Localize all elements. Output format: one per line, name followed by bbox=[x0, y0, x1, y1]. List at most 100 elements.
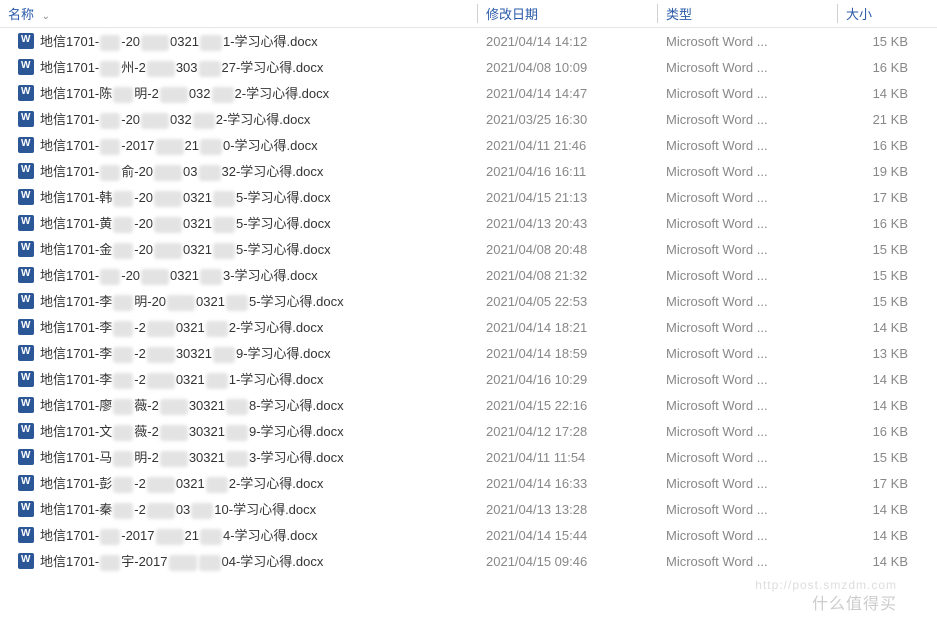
redacted-text bbox=[200, 35, 222, 51]
redacted-text bbox=[113, 477, 133, 493]
file-row[interactable]: 地信1701-俞-200332-学习心得.docx2021/04/16 16:1… bbox=[0, 158, 937, 184]
column-label: 大小 bbox=[846, 7, 872, 22]
redacted-text bbox=[141, 35, 169, 51]
column-header-type[interactable]: 类型 bbox=[658, 0, 838, 27]
file-date: 2021/04/14 15:44 bbox=[478, 528, 658, 543]
file-row[interactable]: 地信1701--2003213-学习心得.docx2021/04/08 21:3… bbox=[0, 262, 937, 288]
file-size: 15 KB bbox=[838, 242, 918, 257]
file-type: Microsoft Word ... bbox=[658, 450, 838, 465]
column-header-name[interactable]: 名称 ⌄ bbox=[0, 0, 478, 27]
redacted-text bbox=[100, 555, 120, 571]
file-date: 2021/04/15 22:16 bbox=[478, 398, 658, 413]
file-type: Microsoft Word ... bbox=[658, 502, 838, 517]
file-row[interactable]: 地信1701-李明-2003215-学习心得.docx2021/04/05 22… bbox=[0, 288, 937, 314]
redacted-text bbox=[226, 399, 248, 415]
file-type: Microsoft Word ... bbox=[658, 294, 838, 309]
file-name-cell: 地信1701-陈明-20322-学习心得.docx bbox=[0, 83, 478, 103]
column-header-size[interactable]: 大小 bbox=[838, 0, 918, 27]
file-size: 17 KB bbox=[838, 476, 918, 491]
file-row[interactable]: 地信1701-宇-201704-学习心得.docx2021/04/15 09:4… bbox=[0, 548, 937, 574]
file-name-cell: 地信1701-文薇-2303219-学习心得.docx bbox=[0, 421, 478, 441]
file-date: 2021/04/11 21:46 bbox=[478, 138, 658, 153]
redacted-text bbox=[100, 35, 120, 51]
file-row[interactable]: 地信1701-黄-2003215-学习心得.docx2021/04/13 20:… bbox=[0, 210, 937, 236]
redacted-text bbox=[147, 477, 175, 493]
word-document-icon bbox=[18, 501, 34, 517]
file-date: 2021/04/16 16:11 bbox=[478, 164, 658, 179]
file-row[interactable]: 地信1701-州-230327-学习心得.docx2021/04/08 10:0… bbox=[0, 54, 937, 80]
file-row[interactable]: 地信1701-文薇-2303219-学习心得.docx2021/04/12 17… bbox=[0, 418, 937, 444]
file-list: 地信1701--2003211-学习心得.docx2021/04/14 14:1… bbox=[0, 28, 937, 574]
redacted-text bbox=[113, 217, 133, 233]
word-document-icon bbox=[18, 59, 34, 75]
file-row[interactable]: 地信1701--2003211-学习心得.docx2021/04/14 14:1… bbox=[0, 28, 937, 54]
redacted-text bbox=[213, 347, 235, 363]
file-row[interactable]: 地信1701-廖薇-2303218-学习心得.docx2021/04/15 22… bbox=[0, 392, 937, 418]
file-name-cell: 地信1701-州-230327-学习心得.docx bbox=[0, 57, 478, 77]
file-row[interactable]: 地信1701--2017210-学习心得.docx 2021/04/11 21:4… bbox=[0, 132, 937, 158]
column-header-date[interactable]: 修改日期 bbox=[478, 0, 658, 27]
file-size: 17 KB bbox=[838, 190, 918, 205]
redacted-text bbox=[113, 373, 133, 389]
redacted-text bbox=[113, 451, 133, 467]
file-name-cell: 地信1701--200322-学习心得.docx bbox=[0, 109, 478, 129]
redacted-text bbox=[206, 477, 228, 493]
redacted-text bbox=[191, 503, 213, 519]
file-size: 14 KB bbox=[838, 86, 918, 101]
redacted-text bbox=[154, 191, 182, 207]
file-row[interactable]: 地信1701-李-203212-学习心得.docx 2021/04/14 18:2… bbox=[0, 314, 937, 340]
file-name: 地信1701-彭-203212-学习心得.docx bbox=[40, 473, 323, 493]
redacted-text bbox=[160, 87, 188, 103]
file-row[interactable]: 地信1701-马明-2303213-学习心得.docx2021/04/11 11… bbox=[0, 444, 937, 470]
file-name: 地信1701-陈明-20322-学习心得.docx bbox=[40, 83, 329, 103]
redacted-text bbox=[154, 243, 182, 259]
file-name: 地信1701-李-203212-学习心得.docx bbox=[40, 317, 323, 337]
file-name: 地信1701--2017210-学习心得.docx bbox=[40, 135, 318, 155]
file-row[interactable]: 地信1701-彭-203212-学习心得.docx2021/04/14 16:3… bbox=[0, 470, 937, 496]
file-type: Microsoft Word ... bbox=[658, 164, 838, 179]
redacted-text bbox=[113, 243, 133, 259]
redacted-text bbox=[199, 555, 221, 571]
file-date: 2021/04/14 18:21 bbox=[478, 320, 658, 335]
word-document-icon bbox=[18, 319, 34, 335]
file-date: 2021/03/25 16:30 bbox=[478, 112, 658, 127]
file-name: 地信1701-文薇-2303219-学习心得.docx bbox=[40, 421, 344, 441]
redacted-text bbox=[199, 165, 221, 181]
file-row[interactable]: 地信1701-韩-2003215-学习心得.docx2021/04/15 21:… bbox=[0, 184, 937, 210]
file-type: Microsoft Word ... bbox=[658, 476, 838, 491]
file-name-cell: 地信1701-彭-203212-学习心得.docx bbox=[0, 473, 478, 493]
file-name: 地信1701-黄-2003215-学习心得.docx bbox=[40, 213, 331, 233]
redacted-text bbox=[147, 347, 175, 363]
word-document-icon bbox=[18, 527, 34, 543]
file-name-cell: 地信1701-李-2303219-学习心得.docx bbox=[0, 343, 478, 363]
redacted-text bbox=[226, 295, 248, 311]
word-document-icon bbox=[18, 241, 34, 257]
word-document-icon bbox=[18, 85, 34, 101]
file-name-cell: 地信1701-俞-200332-学习心得.docx bbox=[0, 161, 478, 181]
file-row[interactable]: 地信1701--200322-学习心得.docx2021/03/25 16:30… bbox=[0, 106, 937, 132]
redacted-text bbox=[206, 321, 228, 337]
file-name-cell: 地信1701--2017210-学习心得.docx bbox=[0, 135, 478, 155]
redacted-text bbox=[113, 321, 133, 337]
redacted-text bbox=[113, 503, 133, 519]
file-name: 地信1701-马明-2303213-学习心得.docx bbox=[40, 447, 344, 467]
watermark-text: 什么值得买 bbox=[812, 590, 897, 614]
redacted-text bbox=[100, 139, 120, 155]
chevron-down-icon: ⌄ bbox=[42, 11, 50, 22]
column-label: 类型 bbox=[666, 7, 692, 22]
file-date: 2021/04/14 14:47 bbox=[478, 86, 658, 101]
file-type: Microsoft Word ... bbox=[658, 190, 838, 205]
file-size: 14 KB bbox=[838, 398, 918, 413]
file-row[interactable]: 地信1701-李-203211-学习心得.docx2021/04/16 10:2… bbox=[0, 366, 937, 392]
file-row[interactable]: 地信1701-李-2303219-学习心得.docx2021/04/14 18:… bbox=[0, 340, 937, 366]
file-row[interactable]: 地信1701--2017214-学习心得.docx2021/04/14 15:4… bbox=[0, 522, 937, 548]
redacted-text bbox=[156, 139, 184, 155]
file-row[interactable]: 地信1701-金-2003215-学习心得.docx2021/04/08 20:… bbox=[0, 236, 937, 262]
redacted-text bbox=[113, 191, 133, 207]
redacted-text bbox=[160, 425, 188, 441]
redacted-text bbox=[154, 217, 182, 233]
file-name-cell: 地信1701-马明-2303213-学习心得.docx bbox=[0, 447, 478, 467]
file-row[interactable]: 地信1701-陈明-20322-学习心得.docx 2021/04/14 14:4… bbox=[0, 80, 937, 106]
file-type: Microsoft Word ... bbox=[658, 424, 838, 439]
file-row[interactable]: 地信1701-秦-20310-学习心得.docx2021/04/13 13:28… bbox=[0, 496, 937, 522]
